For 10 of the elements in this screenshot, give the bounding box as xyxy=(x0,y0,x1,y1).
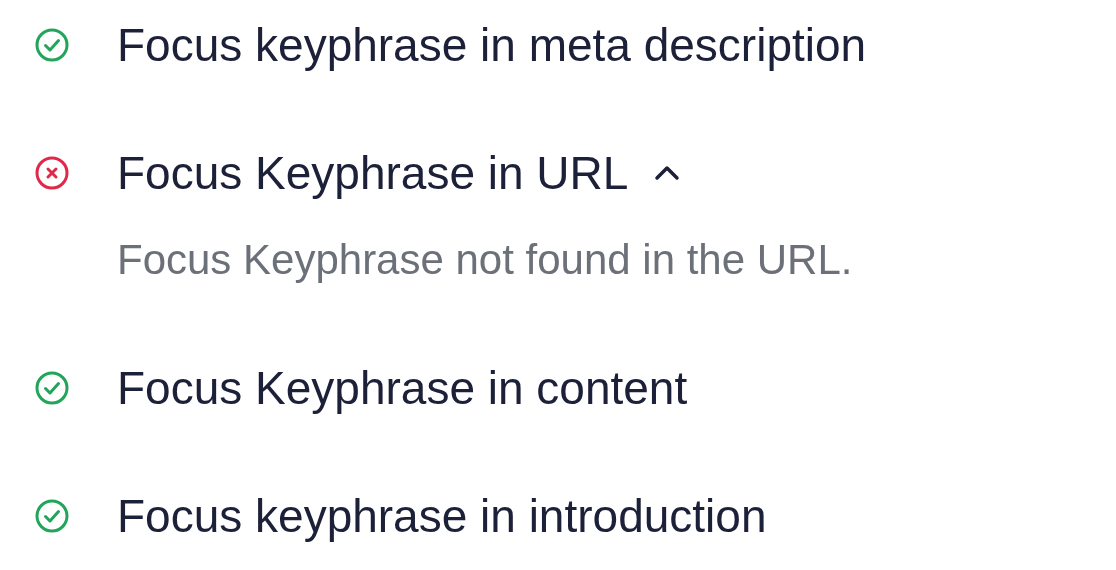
check-title[interactable]: Focus Keyphrase in URL xyxy=(117,145,629,201)
x-circle-icon xyxy=(35,156,69,190)
check-title: Focus Keyphrase in content xyxy=(117,361,688,416)
check-circle-icon xyxy=(35,499,69,533)
check-title: Focus keyphrase in introduction xyxy=(117,489,767,544)
check-detail: Focus Keyphrase not found in the URL. xyxy=(117,235,854,285)
check-title: Focus keyphrase in meta description xyxy=(117,18,867,73)
check-circle-icon xyxy=(35,28,69,62)
check-circle-icon xyxy=(35,371,69,405)
chevron-up-icon[interactable] xyxy=(654,165,681,181)
